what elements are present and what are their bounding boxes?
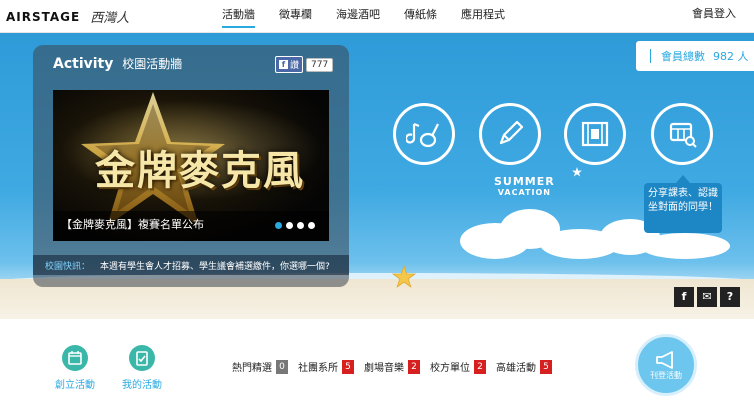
megaphone-icon <box>656 350 673 369</box>
create-activity-label: 創立活動 <box>55 380 95 391</box>
category-school-units[interactable]: 校方單位 2 <box>430 359 486 374</box>
post-activity-button[interactable]: 刊登活動 <box>635 334 697 396</box>
category-count-badge: 2 <box>474 359 486 374</box>
member-count: 982 人 <box>713 50 749 63</box>
category-count-badge: 5 <box>342 359 354 374</box>
carousel-dot[interactable] <box>275 222 282 229</box>
my-activity-button[interactable]: 我的活動 <box>112 345 172 391</box>
pencil-icon <box>499 120 524 145</box>
activity-panel-title: Activity 校園活動牆 <box>53 55 182 72</box>
music-circle-button[interactable] <box>393 103 455 165</box>
facebook-like[interactable]: f 讚 777 <box>275 56 334 73</box>
carousel-dot[interactable] <box>308 222 315 229</box>
category-theater-music[interactable]: 劇場音樂 2 <box>364 359 420 374</box>
summer-line1: SUMMER <box>494 175 555 188</box>
category-kaohsiung[interactable]: 高雄活動 5 <box>496 359 552 374</box>
logo-wordmark: AIRSTAGE <box>6 9 81 24</box>
help-icon[interactable]: ? <box>720 287 740 307</box>
hero-section: 會員總數 982 人 Activity 校園活動牆 f 讚 777 金牌麥克風 … <box>0 33 754 319</box>
activity-title: Activity <box>53 56 114 72</box>
ticker-text[interactable]: 本週有學生會人才招募、學生議會補選繳件，你選哪一個? <box>100 259 330 272</box>
calendar-icon <box>62 345 88 371</box>
category-label: 校方單位 <box>430 363 470 374</box>
mail-icon[interactable]: ✉ <box>697 287 717 307</box>
summer-vacation-text: SUMMER VACATION <box>494 175 555 197</box>
logo-script: 西灣人 <box>90 11 130 26</box>
create-activity-button[interactable]: 創立活動 <box>45 345 105 391</box>
timetable-icon <box>669 122 697 148</box>
film-circle-button[interactable] <box>564 103 626 165</box>
main-nav: 活動牆 徵專欄 海邊酒吧 傳紙條 應用程式 <box>210 8 517 28</box>
member-divider <box>650 49 651 63</box>
carousel-dots <box>271 222 315 229</box>
activity-banner[interactable]: 金牌麥克風 【金牌麥克風】複賽名單公布 <box>53 90 329 241</box>
banner-caption[interactable]: 【金牌麥克風】複賽名單公布 <box>61 216 204 232</box>
login-link[interactable]: 會員登入 <box>692 5 736 21</box>
category-count-badge: 5 <box>540 359 552 374</box>
nav-beach-bar[interactable]: 海邊酒吧 <box>324 8 392 22</box>
banner-art-text: 金牌麥克風 <box>95 147 305 194</box>
star-icon <box>572 167 582 177</box>
site-logo[interactable]: AIRSTAGE 西灣人 <box>6 7 130 27</box>
film-icon <box>581 121 609 147</box>
timetable-circle-button[interactable] <box>651 103 713 165</box>
my-activity-label: 我的活動 <box>122 380 162 391</box>
member-count-box: 會員總數 982 人 <box>636 41 754 71</box>
facebook-share-icon[interactable]: f <box>674 287 694 307</box>
cloud <box>640 233 730 259</box>
carousel-dot[interactable] <box>297 222 304 229</box>
activity-panel: Activity 校園活動牆 f 讚 777 金牌麥克風 【金牌麥克風】複賽名單… <box>33 45 349 287</box>
category-label: 高雄活動 <box>496 363 536 374</box>
category-label: 熱門精選 <box>232 363 272 374</box>
timetable-tooltip: 分享課表、認識坐對面的同學！ <box>644 175 722 233</box>
category-clubs[interactable]: 社團系所 5 <box>298 359 354 374</box>
category-filter: 熱門精選 0 社團系所 5 劇場音樂 2 校方單位 2 高雄活動 5 <box>232 359 562 374</box>
category-count-badge: 0 <box>276 359 288 374</box>
post-activity-label: 刊登活動 <box>650 370 682 380</box>
share-buttons: f ✉ ? <box>671 287 740 307</box>
category-count-badge: 2 <box>408 359 420 374</box>
nav-column[interactable]: 徵專欄 <box>267 8 324 22</box>
facebook-like-button[interactable]: f 讚 <box>275 56 304 73</box>
member-label: 會員總數 <box>661 50 705 63</box>
nav-apps[interactable]: 應用程式 <box>449 8 517 22</box>
nav-activity-wall[interactable]: 活動牆 <box>210 8 267 28</box>
facebook-icon: f <box>279 60 288 69</box>
guitar-icon <box>406 122 439 148</box>
carousel-dot[interactable] <box>286 222 293 229</box>
category-popular[interactable]: 熱門精選 0 <box>232 359 288 374</box>
facebook-like-count: 777 <box>306 57 334 72</box>
news-ticker: 校園快訊： 本週有學生會人才招募、學生議會補選繳件，你選哪一個? <box>33 255 349 275</box>
top-navbar: AIRSTAGE 西灣人 活動牆 徵專欄 海邊酒吧 傳紙條 應用程式 會員登入 <box>0 0 754 33</box>
category-label: 社團系所 <box>298 363 338 374</box>
ticker-label: 校園快訊： <box>45 261 91 272</box>
category-label: 劇場音樂 <box>364 363 404 374</box>
starfish-icon <box>392 265 416 289</box>
bottom-section: 創立活動 我的活動 熱門精選 0 社團系所 5 劇場音樂 2 校方單位 2 高雄… <box>0 319 754 405</box>
clipboard-icon <box>129 345 155 371</box>
facebook-like-label: 讚 <box>290 61 300 71</box>
nav-notes[interactable]: 傳紙條 <box>392 8 449 22</box>
activity-subtitle: 校園活動牆 <box>122 57 183 71</box>
writing-circle-button[interactable] <box>479 103 541 165</box>
summer-line2: VACATION <box>497 188 551 197</box>
